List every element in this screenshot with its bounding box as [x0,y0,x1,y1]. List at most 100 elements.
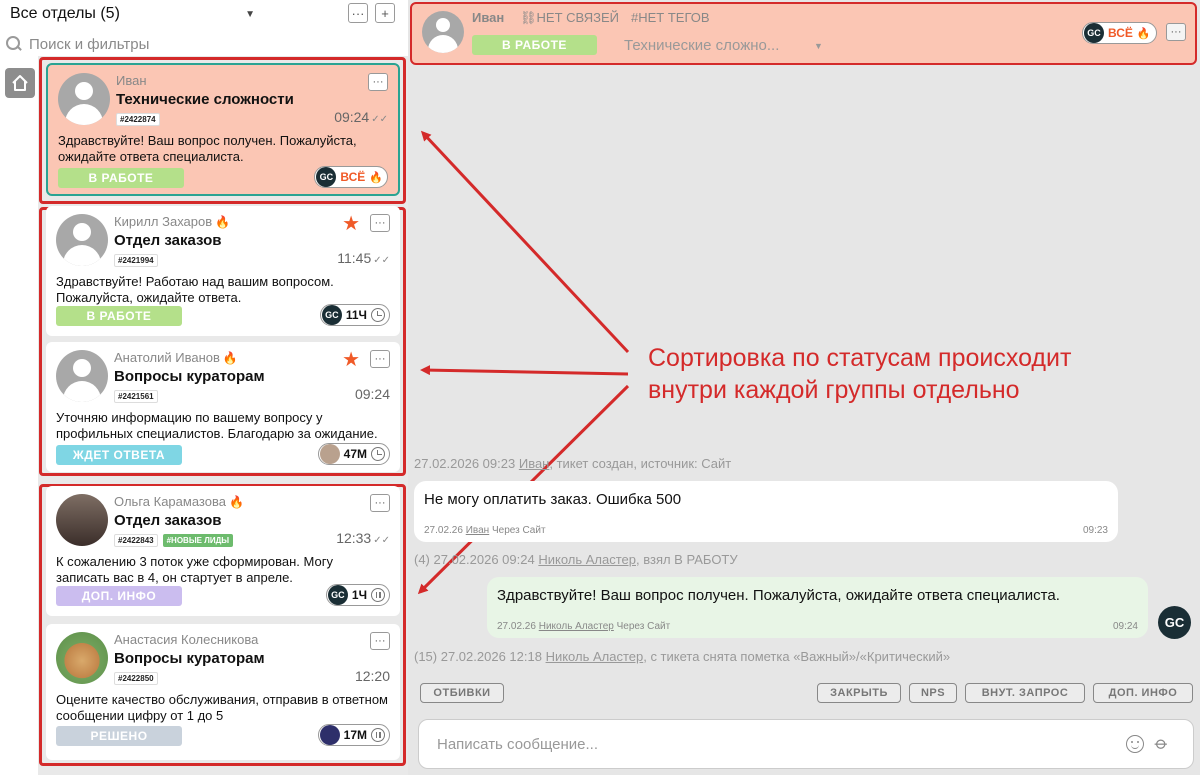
ticket-menu-button[interactable]: ··· [368,73,388,91]
ticket-time: 11:45 ✓✓ [337,250,390,266]
event-time: (4) 27.02.2026 09:24 [414,552,535,567]
time-label: 11:45 [337,250,372,266]
message-text: Здравствуйте! Ваш вопрос получен. Пожалу… [497,587,1060,604]
nps-button[interactable]: NPS [909,683,957,703]
star-icon[interactable]: ★ [342,214,360,234]
ticket-client-name: Анастасия Колесникова [114,632,258,647]
event-user-link[interactable]: Николь Аластер [546,649,644,664]
links-indicator[interactable]: ⛓НЕТ СВЯЗЕЙ [520,10,619,26]
internal-request-button[interactable]: ВНУТ. ЗАПРОС [965,683,1085,703]
event-user-link[interactable]: Иван [519,456,550,471]
ticket-card[interactable]: Иван Технические сложности #2422874 09:2… [46,63,400,196]
assignee-pill[interactable]: GC 1Ч [325,584,390,606]
clock-icon [371,308,385,322]
avatar [56,494,108,546]
emoji-icon[interactable] [1126,735,1144,753]
gc-logo-icon: GC [321,305,342,325]
assignee-pill[interactable]: GC 11Ч [319,304,390,326]
ticket-client-name: Кирилл Захаров 🔥 [114,214,230,229]
system-event: (4) 27.02.2026 09:24 Николь Аластер, взя… [414,552,738,567]
ticket-tags: #2421994 [114,254,158,267]
pause-icon [371,588,385,602]
fire-icon: 🔥 [1136,27,1151,40]
system-event: (15) 27.02.2026 12:18 Николь Аластер, с … [414,649,950,664]
chat-client-name[interactable]: Иван [472,10,504,25]
message-placeholder: Написать сообщение... [437,736,599,753]
ticket-tags: #2422874 [116,113,160,126]
search-filter-input[interactable]: Поиск и фильтры [5,34,385,54]
assignee-pill[interactable]: GC ВСЁ 🔥 [1082,22,1157,44]
message-meta: 27.02.26 Иван Через Сайт [424,525,546,536]
ticket-client-name: Анатолий Иванов 🔥 [114,350,238,365]
home-icon [12,75,28,91]
add-button[interactable]: + [375,3,395,23]
gc-logo-icon: GC [1084,23,1104,43]
more-icon: ··· [351,5,365,21]
ticket-id-tag: #2422850 [114,672,158,685]
event-time: 27.02.2026 09:23 [414,456,516,471]
chevron-down-icon[interactable]: ▼ [814,41,823,51]
client-name: Иван [116,73,147,88]
ticket-tags: #2422843 #НОВЫЕ ЛИДЫ [114,534,234,547]
avatar [56,350,108,402]
ticket-menu-button[interactable]: ··· [370,632,390,650]
assignee-pill[interactable]: 47М [317,443,390,465]
tags-indicator[interactable]: #НЕТ ТЕГОВ [631,10,710,26]
ticket-menu-button[interactable]: ··· [370,214,390,232]
message-date: 27.02.26 [424,525,463,536]
pill-label: 17М [343,728,367,742]
topic-selector[interactable]: Технические сложно... [624,37,779,54]
assignee-pill[interactable]: 17М [317,724,390,746]
ticket-card[interactable]: Анастасия Колесникова Вопросы кураторам … [46,624,400,760]
ticket-menu-button[interactable]: ··· [370,350,390,368]
message-input[interactable]: Написать сообщение... ⌀ [418,719,1194,769]
avatar [58,73,110,125]
annotation-text: Сортировка по статусам происходит внутри… [648,342,1071,406]
star-icon[interactable]: ★ [342,350,360,370]
ticket-menu-button[interactable]: ··· [370,494,390,512]
client-name: Анастасия Колесникова [114,632,259,647]
status-dropdown[interactable]: В РАБОТЕ [472,35,597,55]
message-author-link[interactable]: Николь Аластер [539,621,614,632]
client-name: Кирилл Захаров [114,214,213,229]
chat-menu-button[interactable]: ··· [1166,23,1186,41]
ticket-card[interactable]: Ольга Карамазова 🔥 Отдел заказов #2422843… [46,486,400,616]
avatar [56,632,108,684]
message-author-link[interactable]: Иван [466,525,489,536]
link-icon: ⛓ [520,10,537,25]
fire-icon: 🔥 [215,215,231,229]
message-date: 27.02.26 [497,621,536,632]
ticket-last-message: Оцените качество обслуживания, отправив … [56,692,388,723]
ticket-department: Вопросы кураторам [114,650,265,667]
assignee-pill[interactable]: GC ВСЁ 🔥 [314,166,388,188]
message-source: Через Сайт [616,621,671,632]
home-button[interactable] [5,68,35,98]
more-options-button[interactable]: ··· [348,3,368,23]
operator-avatar [319,725,340,745]
attach-icon[interactable]: ⌀ [1150,732,1173,755]
ticket-card[interactable]: Кирилл Захаров 🔥 Отдел заказов #2421994 1… [46,206,400,336]
templates-button[interactable]: ОТБИВКИ [420,683,504,703]
fire-icon: 🔥 [228,495,244,509]
time-label: 09:24 [334,109,370,125]
more-info-button[interactable]: ДОП. ИНФО [1093,683,1193,703]
event-user-link[interactable]: Николь Аластер [538,552,636,567]
ticket-tags: #2422850 [114,672,158,685]
chat-header-meta: ⛓НЕТ СВЯЗЕЙ #НЕТ ТЕГОВ [520,10,710,26]
department-selector[interactable]: Все отделы (5) ▼ [10,4,255,24]
links-label: НЕТ СВЯЗЕЙ [536,10,620,25]
ticket-department: Вопросы кураторам [114,368,265,385]
time-label: 09:24 [354,386,390,402]
operator-avatar: GC [1158,606,1191,639]
event-time: (15) 27.02.2026 12:18 [414,649,542,664]
message-text: Не могу оплатить заказ. Ошибка 500 [424,491,682,508]
close-ticket-button[interactable]: ЗАКРЫТЬ [817,683,901,703]
avatar [422,11,464,53]
double-check-icon: ✓✓ [373,255,390,266]
ticket-card[interactable]: Анатолий Иванов 🔥 Вопросы кураторам #2421… [46,342,400,472]
pause-icon [371,728,385,742]
message-meta: 27.02.26 Николь Аластер Через Сайт [497,621,670,632]
avatar [56,214,108,266]
operator-avatar [319,444,340,464]
ticket-time: 12:20 [355,668,390,684]
